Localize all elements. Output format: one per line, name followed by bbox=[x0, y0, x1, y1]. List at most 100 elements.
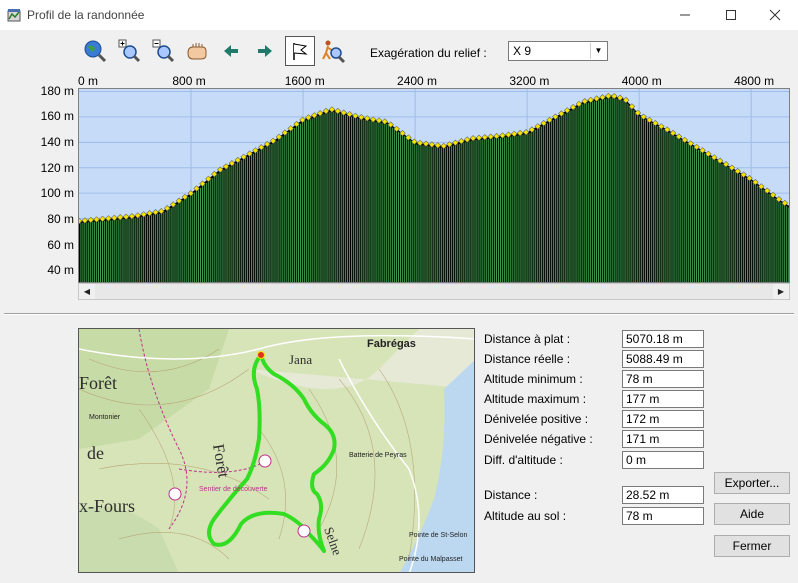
elevation-bar bbox=[541, 126, 543, 282]
elevation-bar bbox=[721, 163, 723, 282]
next-button[interactable] bbox=[250, 36, 280, 66]
elevation-bar bbox=[217, 173, 219, 282]
y-tick-label: 160 m bbox=[40, 109, 74, 124]
elevation-bar bbox=[588, 102, 590, 282]
elevation-bar bbox=[90, 222, 92, 282]
elevation-bar bbox=[509, 136, 511, 282]
elevation-bar bbox=[243, 159, 245, 282]
elevation-profile-svg bbox=[79, 89, 789, 282]
scroll-left-button[interactable]: ◀ bbox=[79, 284, 95, 299]
elevation-bar bbox=[356, 118, 358, 282]
chart-horizontal-scrollbar[interactable]: ◀ ▶ bbox=[78, 283, 790, 300]
elevation-bar bbox=[145, 216, 147, 282]
elevation-bar bbox=[758, 186, 760, 282]
elevation-bar bbox=[719, 162, 721, 282]
elevation-bar bbox=[254, 152, 256, 282]
elevation-bar bbox=[221, 170, 223, 282]
elevation-bar bbox=[772, 196, 774, 282]
relief-exaggeration-select[interactable]: X 9 ▼ bbox=[508, 41, 608, 61]
stat-label: Distance à plat : bbox=[484, 332, 571, 346]
elevation-bar bbox=[450, 146, 452, 282]
elevation-bar bbox=[276, 140, 278, 282]
elevation-bar bbox=[125, 218, 127, 282]
walker-button[interactable] bbox=[318, 36, 348, 66]
minimize-button[interactable] bbox=[662, 0, 708, 30]
y-tick-label: 60 m bbox=[47, 237, 74, 252]
elevation-bar bbox=[268, 145, 270, 282]
relief-exaggeration-value: X 9 bbox=[513, 44, 532, 58]
elevation-profile-chart[interactable] bbox=[78, 88, 790, 283]
elevation-bar bbox=[549, 122, 550, 282]
elevation-bar bbox=[515, 135, 517, 282]
elevation-bar bbox=[423, 145, 425, 282]
elevation-bar bbox=[196, 191, 198, 282]
zoom-out-button[interactable] bbox=[148, 36, 178, 66]
help-button[interactable]: Aide bbox=[714, 503, 790, 525]
elevation-bar bbox=[127, 218, 129, 282]
elevation-bar bbox=[748, 179, 750, 282]
elevation-bar bbox=[425, 145, 427, 282]
close-button[interactable]: Fermer bbox=[714, 535, 790, 557]
elevation-bar bbox=[786, 206, 788, 282]
elevation-bar bbox=[505, 137, 507, 282]
elevation-bar bbox=[443, 148, 445, 282]
elevation-bar bbox=[384, 123, 386, 282]
elevation-bar bbox=[627, 103, 629, 282]
elevation-bar bbox=[184, 199, 186, 282]
close-window-button[interactable] bbox=[752, 0, 798, 30]
elevation-bar bbox=[182, 200, 184, 282]
elevation-bar bbox=[198, 189, 199, 282]
elevation-bar bbox=[296, 126, 298, 282]
elevation-bar bbox=[658, 127, 660, 282]
elevation-bar bbox=[417, 144, 419, 282]
elevation-bar bbox=[200, 187, 201, 282]
topographic-map[interactable]: Forêt de x-Fours Fabrégas Forêt Batterie… bbox=[78, 328, 475, 573]
elevation-bar bbox=[566, 112, 568, 282]
elevation-bar bbox=[472, 140, 474, 282]
elevation-bar bbox=[117, 219, 119, 282]
elevation-bar bbox=[325, 113, 327, 282]
elevation-bar bbox=[439, 147, 441, 282]
elevation-bar bbox=[619, 99, 621, 282]
elevation-bar bbox=[762, 189, 764, 282]
elevation-bar bbox=[102, 221, 103, 282]
stat-value: 28.52 m bbox=[622, 486, 704, 504]
zoom-in-button[interactable] bbox=[114, 36, 144, 66]
elevation-bar bbox=[256, 151, 258, 282]
elevation-bar bbox=[415, 144, 417, 282]
elevation-bar bbox=[531, 131, 533, 282]
flag-button[interactable] bbox=[285, 36, 315, 66]
elevation-bar bbox=[570, 110, 572, 282]
elevation-bar bbox=[335, 112, 337, 282]
elevation-bar bbox=[205, 183, 207, 282]
stat-value: 171 m bbox=[622, 430, 704, 448]
elevation-bar bbox=[592, 101, 594, 282]
globe-zoom-button[interactable] bbox=[80, 36, 110, 66]
elevation-bar bbox=[405, 137, 407, 282]
previous-button[interactable] bbox=[216, 36, 246, 66]
elevation-bar bbox=[743, 176, 745, 282]
elevation-bar bbox=[664, 130, 666, 282]
elevation-bar bbox=[188, 196, 190, 282]
elevation-bar bbox=[699, 150, 701, 282]
elevation-bar bbox=[500, 137, 501, 282]
elevation-bar bbox=[262, 148, 264, 282]
export-button[interactable]: Exporter... bbox=[714, 472, 790, 494]
elevation-bar bbox=[147, 215, 149, 282]
elevation-bar bbox=[96, 221, 98, 282]
elevation-bar bbox=[247, 157, 248, 282]
elevation-bar bbox=[725, 166, 727, 282]
elevation-bar bbox=[650, 122, 652, 282]
elevation-bar bbox=[392, 127, 394, 282]
elevation-bar bbox=[192, 194, 194, 282]
elevation-bar bbox=[723, 164, 725, 282]
elevation-bar bbox=[776, 199, 778, 282]
elevation-bar bbox=[105, 220, 107, 282]
elevation-bar bbox=[227, 167, 229, 282]
maximize-button[interactable] bbox=[708, 0, 754, 30]
elevation-bar bbox=[251, 154, 252, 282]
scroll-right-button[interactable]: ▶ bbox=[773, 284, 789, 299]
elevation-bar bbox=[409, 140, 411, 282]
pan-button[interactable] bbox=[182, 36, 212, 66]
elevation-bar bbox=[427, 146, 429, 282]
